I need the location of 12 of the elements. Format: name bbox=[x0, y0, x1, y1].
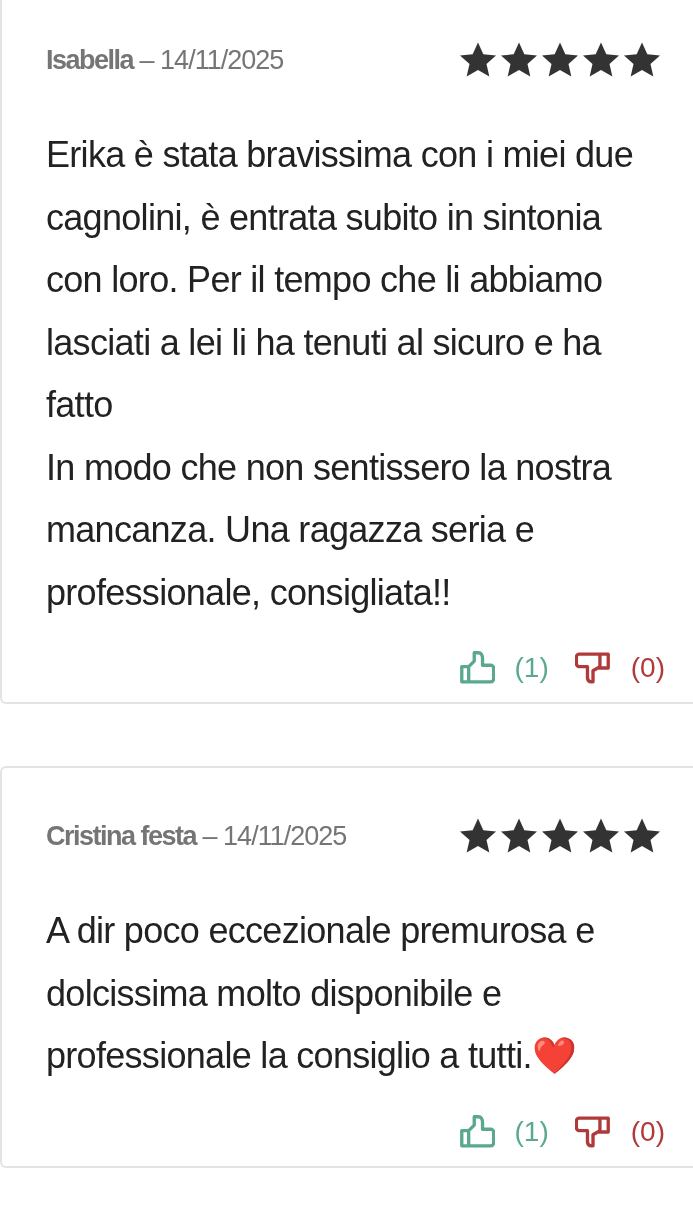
dislike-button[interactable]: (0) bbox=[574, 646, 665, 690]
dislike-button[interactable]: (0) bbox=[574, 1109, 665, 1154]
thumbs-down-icon bbox=[574, 1113, 611, 1150]
author-name: Isabella bbox=[46, 44, 134, 75]
review-text: A dir poco eccezionale premurosa e dolcissima molto disponibile e professionale la consiglio a tutti.❤ bbox=[46, 909, 596, 1078]
review-date: – 14/11/2025 bbox=[139, 44, 284, 75]
review-text: Erika è stata bravissima con i miei due cagnolini, è entrata subito in sintonia con loro. Per il tempo che li abbiamo lasciati a lei li ha tenuti al sicuro e ha fatto In modo che non sentissero la nostra mancanza. Una ragazza seria e professionale, consigliata!! bbox=[46, 133, 634, 615]
thumbs-up-icon bbox=[458, 1113, 495, 1150]
review-date: – 14/11/2025 bbox=[202, 820, 347, 851]
thumbs-up-icon bbox=[458, 650, 495, 686]
thumbs-down-icon bbox=[574, 650, 611, 686]
author-name: Cristina festa bbox=[46, 820, 197, 851]
